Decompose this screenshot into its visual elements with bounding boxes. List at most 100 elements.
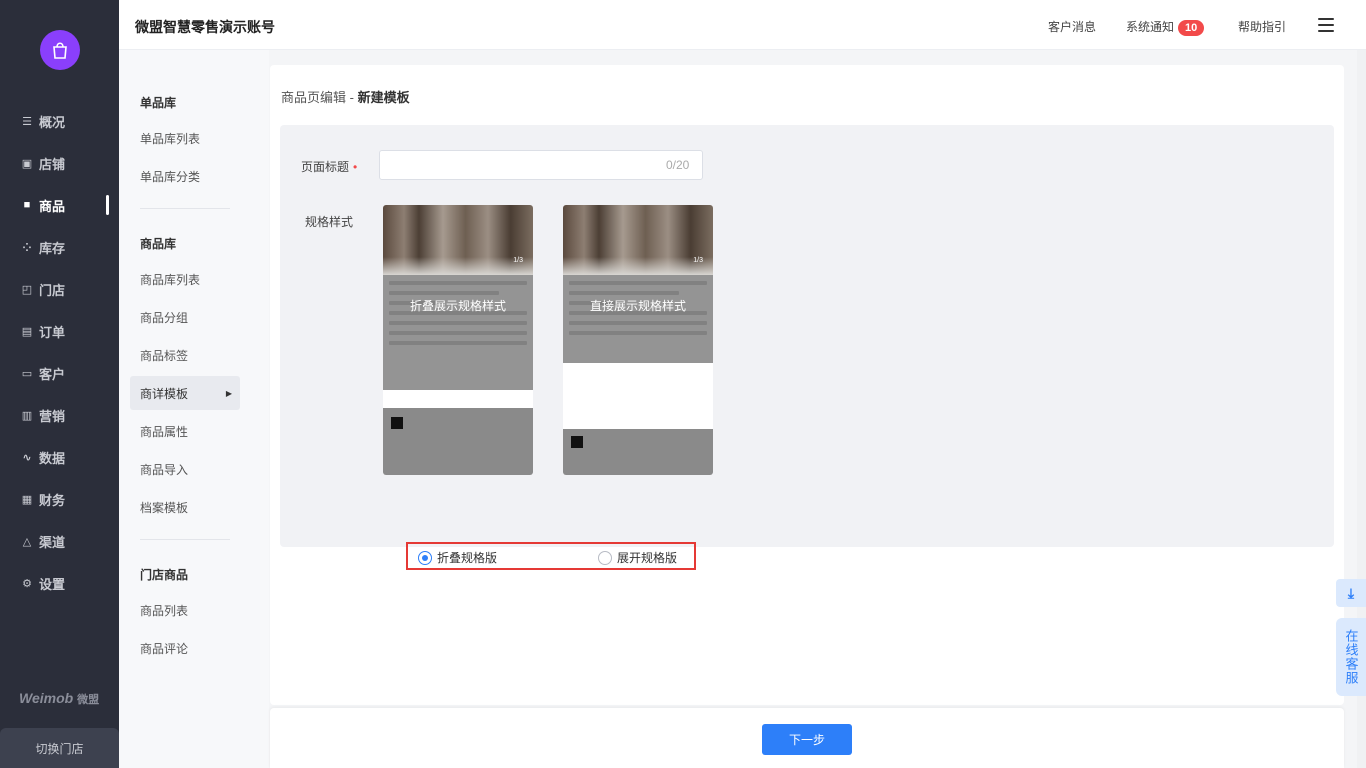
subnav-item-goods-import[interactable]: 商品导入 (130, 452, 240, 486)
subnav-divider (140, 208, 230, 209)
sub-sidebar: 单品库 单品库列表 单品库分类 商品库 商品库列表 商品分组 商品标签 商详模板… (119, 50, 269, 768)
subnav-item-archive-template[interactable]: 档案模板 (130, 490, 240, 524)
shopping-bag-icon (53, 42, 67, 59)
notice-count-badge: 10 (1178, 20, 1205, 36)
photo-page-indicator: 1/3 (693, 257, 703, 264)
subnav-group-goods-library: 商品库 (140, 237, 177, 251)
nav-item-label: 订单 (39, 324, 66, 340)
subnav-item-goods-review[interactable]: 商品评论 (130, 631, 240, 665)
brand-text: Weimob (19, 690, 74, 706)
subnav-item-goods-list[interactable]: 商品库列表 (130, 262, 240, 296)
collapsed-spec-preview[interactable]: 1/3 折叠展示规格样式 (383, 205, 533, 475)
nav-item-label: 设置 (39, 576, 66, 592)
goods-icon: ■ (23, 199, 31, 211)
system-notice-link[interactable]: 系统通知 10 (1126, 18, 1205, 36)
required-mark: • (353, 160, 358, 174)
nav-item-marketing[interactable]: ▥ 营销 (0, 400, 119, 430)
help-guide-link[interactable]: 帮助指引 (1238, 18, 1286, 35)
spec-select-row (383, 390, 533, 408)
breadcrumb-prefix: 商品页编辑 - (281, 90, 358, 105)
nav-item-finance[interactable]: ▦ 财务 (0, 484, 119, 514)
inventory-icon: ⁘ (22, 241, 32, 254)
next-step-button[interactable]: 下一步 (762, 724, 852, 755)
page-title-label-text: 页面标题 (301, 160, 350, 174)
nav-item-label: 财务 (39, 492, 66, 508)
radio-label: 展开规格版 (617, 551, 678, 565)
main-panel: 商品页编辑 - 新建模板 页面标题 • 0/20 规格样式 1/3 折叠展示规格样… (270, 65, 1344, 705)
subnav-item-sku-list[interactable]: 单品库列表 (130, 121, 240, 155)
store-icon: ◰ (21, 283, 33, 296)
system-notice-label: 系统通知 (1126, 20, 1175, 34)
top-header: 微盟智慧零售演示账号 客户消息 系统通知 10 帮助指引 (119, 0, 1366, 50)
marketing-icon: ▥ (21, 409, 33, 422)
collapsed-preview-caption: 折叠展示规格样式 (409, 299, 506, 313)
breadcrumb-current: 新建模板 (357, 90, 410, 105)
preview-bottom-overlay (383, 408, 533, 475)
nav-item-goods[interactable]: ■ 商品 (0, 190, 119, 220)
preview-bottom-overlay (563, 429, 713, 475)
subnav-item-label: 商详模板 (140, 386, 189, 401)
subnav-item-goods-attribute[interactable]: 商品属性 (130, 414, 240, 448)
radio-unchecked-icon (598, 550, 612, 565)
order-icon: ▤ (21, 325, 33, 338)
nav-item-channel[interactable]: △ 渠道 (0, 526, 119, 556)
spec-style-label: 规格样式 (305, 215, 354, 229)
product-photo (563, 205, 713, 275)
subnav-item-sku-category[interactable]: 单品库分类 (130, 159, 240, 193)
collapsed-spec-radio[interactable]: 折叠规格版 (418, 549, 497, 566)
nav-item-order[interactable]: ▤ 订单 (0, 316, 119, 346)
breadcrumb: 商品页编辑 - 新建模板 (281, 87, 410, 106)
nav-item-label: 库存 (39, 240, 66, 256)
hamburger-menu-icon[interactable] (1318, 18, 1334, 32)
subnav-item-detail-template[interactable]: 商详模板 ▶ (130, 376, 240, 410)
switch-store-button[interactable]: 切换门店 (0, 728, 119, 768)
shop-logo-icon (571, 436, 583, 448)
customer-icon: ▭ (21, 367, 33, 380)
download-icon[interactable]: ⤓ (1336, 579, 1366, 607)
brand-text-cn: 微盟 (77, 694, 100, 706)
expanded-spec-preview[interactable]: 1/3 直接展示规格样式 (563, 205, 713, 475)
app-logo[interactable] (40, 30, 80, 70)
nav-item-shop[interactable]: ▣ 店铺 (0, 148, 119, 178)
spec-option-highlight: 折叠规格版 展开规格版 (406, 542, 696, 570)
nav-item-store[interactable]: ◰ 门店 (0, 274, 119, 304)
main-sidebar: ☰ 概况 ▣ 店铺 ■ 商品 ⁘ 库存 ◰ 门店 ▤ 订单 ▭ 客户 ▥ 营销 … (0, 0, 119, 768)
title-char-counter: 0/20 (666, 158, 690, 172)
product-photo (383, 205, 533, 275)
subnav-item-goods-group[interactable]: 商品分组 (130, 300, 240, 334)
nav-item-label: 概况 (39, 114, 66, 130)
expanded-spec-radio[interactable]: 展开规格版 (598, 549, 677, 566)
spec-options-panel (563, 363, 713, 429)
nav-item-label: 店铺 (39, 156, 66, 172)
finance-icon: ▦ (21, 493, 33, 506)
action-footer: 下一步 (270, 708, 1344, 768)
settings-icon: ⚙ (22, 577, 32, 590)
subnav-divider (140, 539, 230, 540)
preview-overlay (563, 275, 713, 363)
channel-icon: △ (22, 535, 32, 548)
subnav-item-store-goods-list[interactable]: 商品列表 (130, 593, 240, 627)
nav-item-label: 渠道 (39, 534, 66, 550)
nav-item-data[interactable]: ∿ 数据 (0, 442, 119, 472)
caret-right-icon: ▶ (225, 388, 232, 398)
account-name: 微盟智慧零售演示账号 (135, 19, 275, 35)
shop-logo-icon (391, 417, 403, 429)
subnav-group-sku-library: 单品库 (140, 96, 177, 110)
photo-page-indicator: 1/3 (513, 257, 523, 264)
nav-item-label: 门店 (39, 282, 66, 298)
nav-item-settings[interactable]: ⚙ 设置 (0, 568, 119, 598)
template-form: 页面标题 • 0/20 规格样式 1/3 折叠展示规格样式 1/3 直接展示规格样… (280, 125, 1334, 570)
subnav-group-store-goods: 门店商品 (140, 568, 189, 582)
nav-item-label: 营销 (39, 408, 66, 424)
page-title-input[interactable] (379, 150, 703, 180)
nav-item-label: 客户 (39, 366, 66, 382)
expanded-preview-caption: 直接展示规格样式 (589, 299, 686, 313)
nav-item-inventory[interactable]: ⁘ 库存 (0, 232, 119, 262)
customer-message-link[interactable]: 客户消息 (1048, 18, 1096, 35)
online-service-button[interactable]: 在线客服 (1336, 618, 1366, 696)
nav-item-overview[interactable]: ☰ 概况 (0, 106, 119, 136)
subnav-item-goods-tag[interactable]: 商品标签 (130, 338, 240, 372)
list-icon: ☰ (22, 115, 32, 128)
nav-item-customer[interactable]: ▭ 客户 (0, 358, 119, 388)
radio-checked-icon (418, 550, 432, 565)
